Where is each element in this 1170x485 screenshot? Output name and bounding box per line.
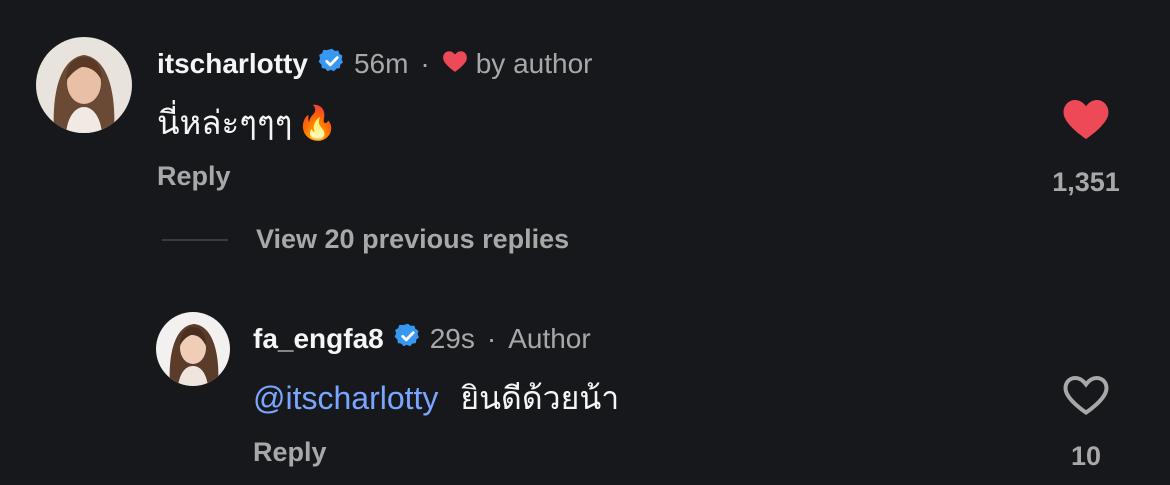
reply-button[interactable]: Reply [253, 437, 327, 468]
avatar-photo-icon [36, 37, 132, 133]
avatar-photo-icon [156, 312, 230, 386]
comment-body: ยินดีด้วยน้า [460, 379, 620, 417]
comment-header: fa_engfa8 29s · Author [253, 320, 591, 358]
comment-text: @itscharlotty ยินดีด้วยน้า [253, 376, 619, 420]
view-replies-label: View 20 previous replies [256, 224, 570, 254]
like-control: 10 [1026, 374, 1146, 472]
like-control: 1,351 [1026, 98, 1146, 198]
timestamp: 29s [429, 323, 475, 354]
verified-badge-icon [318, 47, 346, 82]
separator-dot: · [486, 323, 497, 354]
mention-link[interactable]: @itscharlotty [253, 380, 438, 416]
heart-outline-icon[interactable] [1062, 374, 1110, 421]
reply-button[interactable]: Reply [157, 161, 231, 192]
author-label: Author [508, 323, 591, 354]
avatar-fa_engfa8[interactable] [156, 312, 230, 386]
avatar-itscharlotty[interactable] [36, 37, 132, 133]
username[interactable]: fa_engfa8 [253, 323, 384, 355]
comment-text: นี่หล่ะๆๆๆ 🔥 [157, 100, 338, 146]
view-previous-replies[interactable]: View 20 previous replies [162, 224, 569, 255]
verified-badge-icon [394, 322, 422, 357]
like-count: 1,351 [1052, 167, 1120, 197]
liked-by-author-label: by author [475, 48, 593, 79]
heart-filled-icon[interactable] [1062, 98, 1110, 145]
separator-dot: · [420, 48, 430, 79]
comment-body: นี่หล่ะๆๆๆ [157, 103, 293, 142]
divider-line [162, 238, 228, 241]
timestamp: 56m [353, 48, 409, 79]
liked-by-author-heart-icon [442, 48, 468, 80]
fire-emoji-icon: 🔥 [296, 103, 338, 142]
like-count: 10 [1070, 441, 1102, 471]
username[interactable]: itscharlotty [157, 48, 308, 80]
comment-header: itscharlotty 56m · by author [157, 44, 592, 84]
